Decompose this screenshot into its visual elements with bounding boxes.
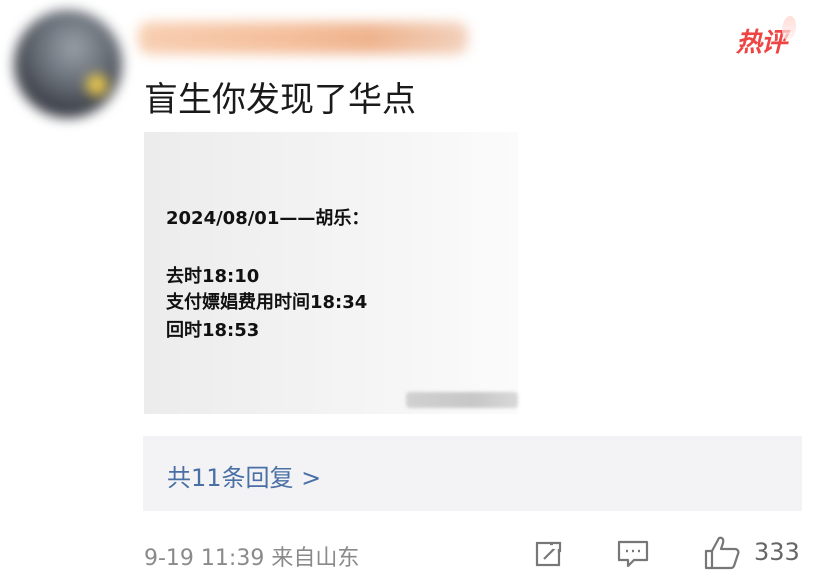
image-text-line: 2024/08/01——胡乐：	[166, 208, 370, 229]
comment-icon[interactable]	[616, 538, 650, 570]
image-text-line: 支付嫖娼费用时间18:34	[166, 292, 368, 313]
image-watermark	[406, 392, 518, 408]
view-replies-link[interactable]: 共11条回复 >	[167, 458, 321, 493]
flame-icon	[782, 16, 797, 40]
comment-image[interactable]: 2024/08/01——胡乐： 去时18:10 支付嫖娼费用时间18:34 回时…	[144, 132, 518, 414]
like-icon[interactable]	[702, 534, 742, 572]
comment-time-location: 9-19 11:39 来自山东	[144, 546, 360, 571]
like-count: 333	[754, 538, 800, 566]
hot-badge-label: 热评	[736, 28, 787, 58]
hot-comment-badge: 热评	[736, 16, 797, 59]
replies-panel[interactable]: 共11条回复 >	[143, 436, 802, 511]
image-text-line: 去时18:10	[166, 266, 260, 287]
username[interactable]	[138, 22, 468, 54]
avatar-badge	[86, 74, 108, 96]
avatar[interactable]	[14, 10, 122, 118]
share-icon[interactable]	[534, 539, 564, 569]
comment-text: 盲生你发现了华点	[144, 80, 416, 120]
image-text-line: 回时18:53	[166, 320, 260, 341]
